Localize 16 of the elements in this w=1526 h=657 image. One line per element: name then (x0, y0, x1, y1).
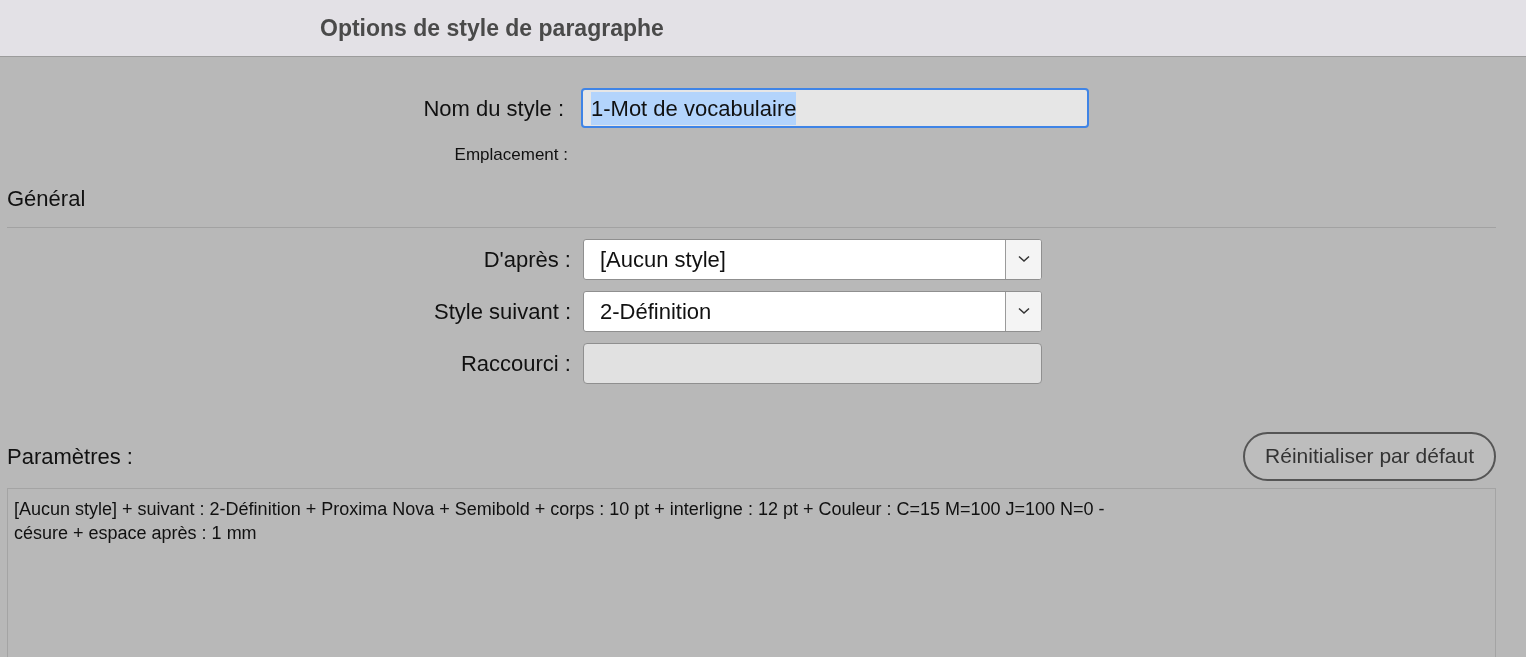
reset-button[interactable]: Réinitialiser par défaut (1243, 431, 1496, 481)
field-label: Style suivant : (433, 297, 572, 326)
style-name-field[interactable]: 1-Mot de vocabulaire (581, 88, 1089, 128)
field-label: D'après : (482, 245, 572, 274)
section-title: Général (7, 185, 86, 211)
parameters-summary: [Aucun style] + suivant : 2-Définition + Proxima Nova + Semibold + corps : 10 pt + interligne : 12 pt + Couleur : C=15 M=100 J=100 N=0 - césure + espace après : 1 mm (14, 497, 1106, 545)
shortcut-field[interactable] (583, 342, 1042, 384)
dropdown[interactable]: 2-Définition (583, 290, 1042, 332)
location-label: Emplacement : (453, 144, 569, 166)
field-label: Raccourci : (459, 349, 572, 378)
chevron-down-icon (1017, 307, 1030, 315)
window-title: Options de style de paragraphe (320, 13, 664, 43)
parameters-label: Paramètres : (7, 442, 133, 471)
chevron-down-icon (1017, 255, 1030, 263)
dropdown[interactable]: [Aucun style] (583, 238, 1042, 280)
field-label: Nom du style : (422, 94, 565, 123)
